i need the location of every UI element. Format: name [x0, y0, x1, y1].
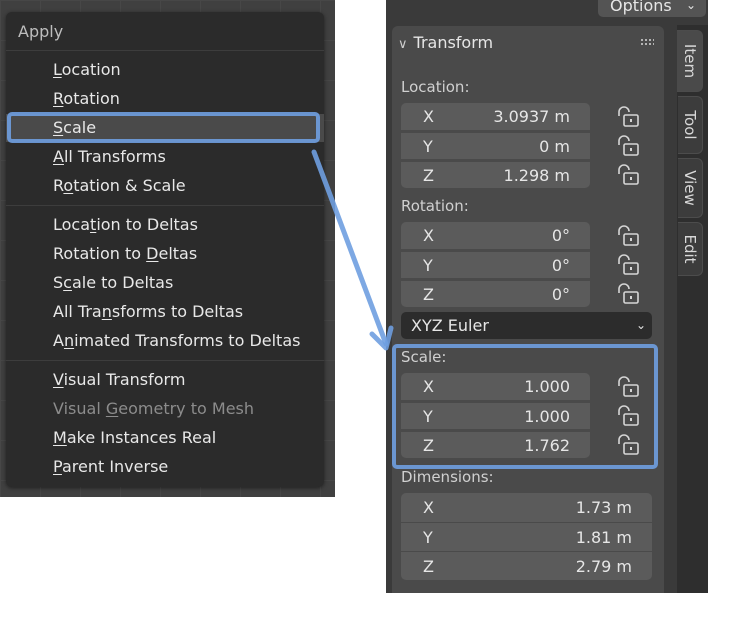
menu-item-all-transforms[interactable]: All Transforms: [6, 143, 324, 171]
tab-view[interactable]: View: [678, 158, 703, 218]
lock-icon[interactable]: [616, 106, 640, 128]
chevron-down-icon: ⌄: [685, 0, 696, 12]
location-z-field[interactable]: Z 1.298 m: [401, 161, 590, 188]
lock-icon[interactable]: [616, 434, 640, 456]
lock-icon[interactable]: [616, 376, 640, 398]
drag-grip-icon[interactable]: [640, 38, 654, 46]
location-label: Location:: [401, 78, 470, 96]
menu-item-parent-inverse[interactable]: Parent Inverse: [6, 453, 324, 481]
rotation-x-field[interactable]: X 0°: [401, 222, 590, 249]
lock-icon[interactable]: [616, 164, 640, 186]
menu-item-visual-transform[interactable]: Visual Transform: [6, 366, 324, 394]
rotation-z-field[interactable]: Z 0°: [401, 280, 590, 307]
apply-menu: Apply Location Rotation Scale All Transf…: [6, 12, 324, 487]
tab-item[interactable]: Item: [677, 30, 703, 92]
menu-item-rotation-to-deltas[interactable]: Rotation to Deltas: [6, 240, 324, 268]
menu-item-scale[interactable]: Scale: [6, 114, 324, 142]
menu-item-rotation-and-scale[interactable]: Rotation & Scale: [6, 172, 324, 200]
menu-item-make-instances-real[interactable]: Make Instances Real: [6, 424, 324, 452]
lock-icon[interactable]: [616, 135, 640, 157]
menu-item-all-transforms-to-deltas[interactable]: All Transforms to Deltas: [6, 298, 324, 326]
chevron-down-icon: ∨: [398, 37, 408, 52]
menu-separator: [6, 50, 324, 51]
chevron-down-icon: ⌄: [635, 318, 646, 332]
menu-separator: [6, 360, 324, 361]
menu-item-scale-to-deltas[interactable]: Scale to Deltas: [6, 269, 324, 297]
location-x-field[interactable]: X 3.0937 m: [401, 103, 590, 130]
options-label: Options: [610, 0, 672, 15]
rotation-label: Rotation:: [401, 197, 469, 215]
dimensions-label: Dimensions:: [401, 468, 494, 486]
rotation-y-field[interactable]: Y 0°: [401, 251, 590, 278]
transform-panel-header[interactable]: ∨ Transform: [398, 33, 493, 52]
rotation-mode-select[interactable]: XYZ Euler ⌄: [401, 312, 652, 339]
lock-icon[interactable]: [616, 283, 640, 305]
tab-tool[interactable]: Tool: [678, 96, 703, 154]
menu-title: Apply: [18, 22, 64, 41]
location-y-field[interactable]: Y0 m: [401, 132, 590, 159]
menu-item-location-to-deltas[interactable]: Location to Deltas: [6, 211, 324, 239]
menu-separator: [6, 205, 324, 206]
menu-item-location[interactable]: Location: [6, 56, 324, 84]
menu-item-animated-transforms-to-deltas[interactable]: Animated Transforms to Deltas: [6, 327, 324, 355]
dimensions-z-field[interactable]: Z 2.79 m: [401, 551, 652, 580]
dimensions-y-field[interactable]: Y 1.81 m: [401, 522, 652, 551]
dimensions-x-field[interactable]: X 1.73 m: [401, 493, 652, 522]
lock-icon[interactable]: [616, 254, 640, 276]
lock-icon[interactable]: [616, 225, 640, 247]
scale-x-field[interactable]: X 1.000: [401, 373, 590, 400]
menu-item-rotation[interactable]: Rotation: [6, 85, 324, 113]
scale-y-field[interactable]: Y 1.000: [401, 402, 590, 429]
scale-label: Scale:: [401, 348, 447, 366]
lock-icon[interactable]: [616, 405, 640, 427]
options-dropdown[interactable]: Options ⌄: [598, 0, 706, 17]
scale-z-field[interactable]: Z 1.762: [401, 431, 590, 458]
menu-item-visual-geometry-to-mesh: Visual Geometry to Mesh: [53, 399, 255, 418]
tab-edit[interactable]: Edit: [678, 222, 703, 276]
